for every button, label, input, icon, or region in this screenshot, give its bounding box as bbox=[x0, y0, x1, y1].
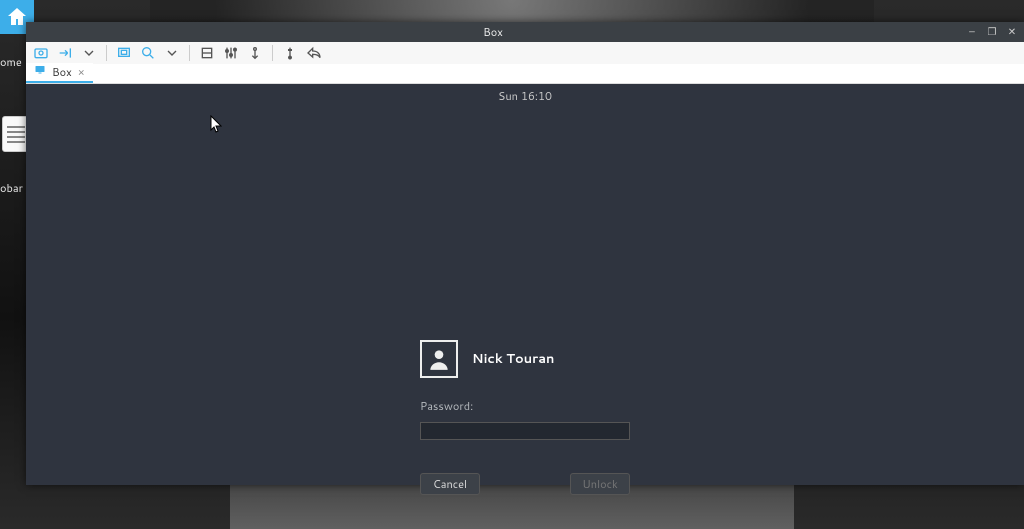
unlock-button[interactable]: Unlock bbox=[570, 473, 630, 495]
person-icon bbox=[426, 346, 452, 372]
maximize-button[interactable]: ❐ bbox=[986, 26, 998, 38]
toolbar-separator bbox=[272, 45, 273, 61]
tab-close-button[interactable]: × bbox=[78, 64, 85, 80]
zoom-icon[interactable] bbox=[139, 44, 157, 62]
tab-bar: Box × bbox=[26, 64, 1024, 84]
tune-icon[interactable] bbox=[246, 44, 264, 62]
gnome-clock: Sun 16:10 bbox=[26, 88, 1024, 104]
password-input[interactable] bbox=[420, 422, 630, 440]
close-button[interactable]: ✕ bbox=[1006, 26, 1018, 38]
avatar bbox=[420, 340, 458, 378]
minimize-button[interactable]: – bbox=[966, 26, 978, 38]
send-key-icon[interactable] bbox=[56, 44, 74, 62]
toolbar-separator bbox=[189, 45, 190, 61]
screenshot-icon[interactable] bbox=[32, 44, 50, 62]
login-panel: Nick Touran Password: Cancel Unlock bbox=[420, 340, 630, 495]
titlebar[interactable]: Box – ❐ ✕ bbox=[26, 22, 1024, 42]
fullscreen-icon[interactable] bbox=[115, 44, 133, 62]
usb-icon[interactable] bbox=[281, 44, 299, 62]
display-icon bbox=[34, 64, 46, 80]
vm-display[interactable]: Sun 16:10 Nick Touran Password: Cancel U… bbox=[26, 84, 1024, 485]
window-title: Box bbox=[26, 24, 960, 40]
password-label: Password: bbox=[420, 398, 630, 414]
chevron-down-icon[interactable] bbox=[163, 44, 181, 62]
cancel-button[interactable]: Cancel bbox=[420, 473, 480, 495]
settings-sliders-icon[interactable] bbox=[222, 44, 240, 62]
desktop-icon-label-home: ome bbox=[0, 54, 22, 70]
toolbar-separator bbox=[106, 45, 107, 61]
share-icon[interactable] bbox=[305, 44, 323, 62]
tab-label: Box bbox=[52, 64, 72, 80]
tab-box[interactable]: Box × bbox=[26, 63, 93, 83]
chevron-down-icon[interactable] bbox=[80, 44, 98, 62]
virt-viewer-window: Box – ❐ ✕ Box × Sun 16:10 bbox=[26, 22, 1024, 485]
toolbar bbox=[26, 42, 1024, 64]
cursor-icon bbox=[210, 115, 222, 133]
user-name: Nick Touran bbox=[472, 350, 554, 368]
scale-icon[interactable] bbox=[198, 44, 216, 62]
